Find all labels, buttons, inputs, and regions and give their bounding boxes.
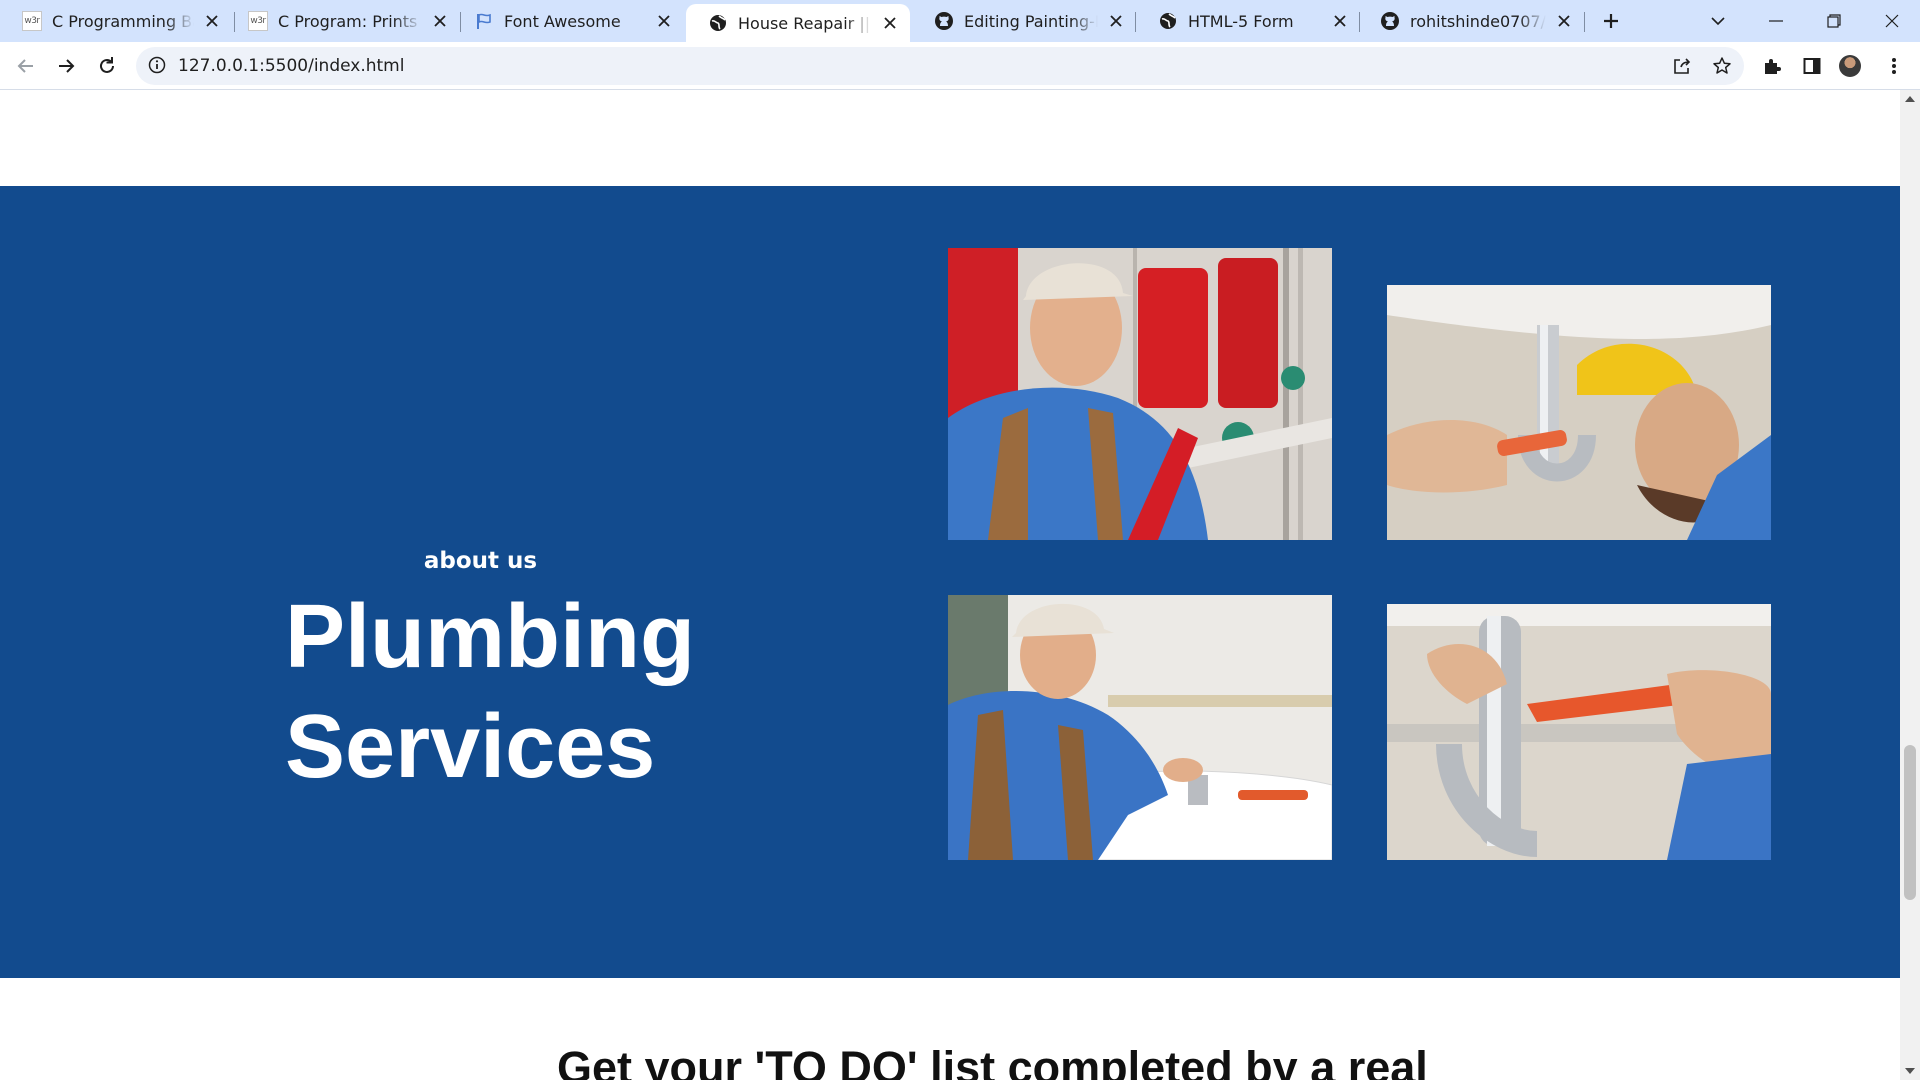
title-line-2: Services (285, 697, 656, 797)
page-viewport: about us Plumbing Services Get your 'TO … (0, 90, 1900, 1080)
minimize-icon (1769, 20, 1783, 22)
extensions-button[interactable] (1756, 50, 1788, 82)
plumber-under-sink-photo (1387, 285, 1771, 540)
back-button[interactable] (10, 50, 42, 82)
tab-title: rohitshinde0707/Paint (1410, 11, 1546, 31)
tab-title: House Reapair || Cons (738, 13, 872, 33)
title-line-1: Plumbing (285, 587, 695, 687)
tab-title: C Program: Prints the (278, 11, 422, 31)
flag-icon (474, 11, 494, 31)
tab-html5-form[interactable]: HTML-5 Form (1136, 0, 1360, 42)
about-eyebrow: about us (423, 548, 538, 574)
tab-font-awesome[interactable]: Font Awesome (452, 0, 684, 42)
pipe-wrench-on-drain-photo (1387, 604, 1771, 860)
tab-github-repo[interactable]: rohitshinde0707/Paint (1358, 0, 1584, 42)
close-window-button[interactable] (1864, 0, 1920, 42)
plumber-with-clipboard-photo (948, 248, 1332, 540)
close-icon[interactable] (1328, 9, 1352, 33)
side-panel-icon (1803, 58, 1821, 74)
globe-icon (708, 13, 728, 33)
scroll-down-arrow-icon[interactable] (1905, 1068, 1915, 1074)
tab-search-button[interactable] (1690, 0, 1746, 42)
tab-divider (1584, 12, 1585, 32)
tab-c-programming-basic[interactable]: w3r C Programming Basic (0, 0, 232, 42)
tab-house-repair[interactable]: House Reapair || Cons (686, 4, 910, 42)
close-icon[interactable] (1104, 9, 1128, 33)
w3schools-icon: w3r (22, 11, 42, 31)
share-icon (1674, 58, 1691, 74)
close-icon[interactable] (428, 9, 452, 33)
puzzle-icon (1765, 59, 1781, 74)
close-icon[interactable] (200, 9, 224, 33)
browser-toolbar: 127.0.0.1:5500/index.html (0, 42, 1920, 90)
w3schools-icon: w3r (248, 11, 268, 31)
close-icon[interactable] (652, 9, 676, 33)
arrow-left-icon (17, 59, 33, 73)
share-button[interactable] (1666, 50, 1698, 82)
services-heading: Get your 'TO DO' list completed by a rea… (557, 1042, 1428, 1080)
tab-title: Editing Painting-Plum (964, 11, 1098, 31)
address-bar[interactable]: 127.0.0.1:5500/index.html (136, 47, 1744, 85)
plus-icon (1604, 14, 1618, 28)
restore-button[interactable] (1806, 0, 1862, 42)
side-panel-button[interactable] (1796, 50, 1828, 82)
close-icon[interactable] (1552, 9, 1576, 33)
about-title: Plumbing Services (285, 582, 725, 802)
plumber-at-washbasin-photo (948, 595, 1332, 860)
page-scrollbar[interactable] (1900, 90, 1920, 1080)
forward-button[interactable] (50, 50, 82, 82)
close-icon[interactable] (878, 11, 902, 35)
chevron-down-icon (1711, 17, 1725, 26)
scroll-up-arrow-icon[interactable] (1905, 96, 1915, 102)
restore-icon (1827, 14, 1841, 28)
menu-button[interactable] (1878, 50, 1910, 82)
info-icon[interactable] (148, 56, 168, 76)
arrow-right-icon (59, 59, 75, 73)
minimize-button[interactable] (1748, 0, 1804, 42)
tab-editing-painting[interactable]: Editing Painting-Plum (912, 0, 1136, 42)
tab-title: HTML-5 Form (1188, 11, 1294, 31)
tab-c-program-prints[interactable]: w3r C Program: Prints the (226, 0, 460, 42)
profile-avatar[interactable] (1839, 55, 1861, 77)
tab-strip: w3r C Programming Basic w3r C Program: P… (0, 0, 1920, 42)
tab-title: C Programming Basic (52, 11, 194, 31)
more-vert-icon (1892, 58, 1896, 74)
github-icon (934, 11, 954, 31)
scrollbar-thumb[interactable] (1904, 745, 1916, 900)
new-tab-button[interactable] (1596, 6, 1626, 36)
reload-icon (100, 57, 114, 73)
tab-title: Font Awesome (504, 11, 621, 31)
url-text[interactable]: 127.0.0.1:5500/index.html (178, 56, 404, 76)
star-icon (1713, 57, 1731, 74)
globe-icon (1158, 11, 1178, 31)
reload-button[interactable] (91, 50, 123, 82)
close-icon (1885, 14, 1899, 28)
github-icon (1380, 11, 1400, 31)
about-section: about us Plumbing Services (0, 186, 1900, 978)
bookmark-button[interactable] (1706, 50, 1738, 82)
